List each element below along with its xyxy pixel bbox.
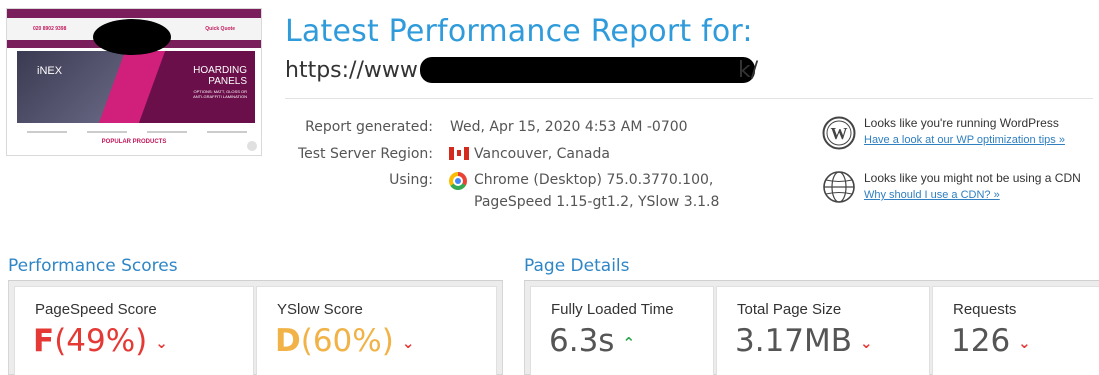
thumb-quote: Quick Quote [205,26,235,32]
requests-card[interactable]: Requests 126 ⌄ [932,286,1099,375]
url-redaction [420,57,755,83]
report-url-suffix: k/ [738,58,759,83]
thumb-hero-banner: iNEX HOARDING PANELS OPTIONS: MATT, GLOS… [17,51,255,123]
yslow-percent: (60%) [300,323,394,359]
header-divider [285,98,1093,99]
pagespeed-score-value: F(49%) ⌄ [33,323,168,359]
cdn-tip-title: Looks like you might not be using a CDN [864,171,1081,185]
report-generated-value: Wed, Apr 15, 2020 4:53 AM -0700 [450,119,688,135]
using-browser: Chrome (Desktop) 75.0.3770.100, [474,172,714,188]
canada-flag-icon [449,147,469,160]
chevron-down-icon: ⌄ [1018,333,1031,352]
region-label: Test Server Region: [297,146,433,162]
globe-icon [823,171,855,203]
requests-value: 126 ⌄ [951,323,1031,359]
yslow-grade: D [275,323,301,359]
using-versions: PageSpeed 1.15-gt1.2, YSlow 3.1.8 [474,194,720,210]
thumb-hero-subtitle: OPTIONS: MATT, GLOSS OR ANTI-GRAFFITI LA… [193,89,247,99]
region-value: Vancouver, Canada [474,146,610,162]
wordpress-tips-link[interactable]: Have a look at our WP optimization tips … [864,134,1065,146]
thumb-phone: 020 8902 9398 [33,26,67,32]
redaction-blob [93,19,171,55]
chrome-icon [449,172,467,190]
total-page-size-card[interactable]: Total Page Size 3.17MB ⌄ [716,286,930,375]
thumb-topbar [7,9,261,18]
wordpress-tip-title: Looks like you're running WordPress [864,116,1059,130]
pagespeed-score-card[interactable]: PageSpeed Score F(49%) ⌄ [14,286,254,375]
yslow-score-label: YSlow Score [277,301,363,318]
fully-loaded-card[interactable]: Fully Loaded Time 6.3s ⌃ [530,286,714,375]
svg-text:W: W [831,124,848,143]
chevron-up-icon: ⌃ [622,333,636,352]
performance-scores-heading: Performance Scores [8,256,178,276]
wordpress-icon: W [822,116,856,150]
thumb-hero-brand: iNEX [37,65,63,77]
recaptcha-icon [247,141,257,151]
page-details-heading: Page Details [524,256,630,276]
fully-loaded-label: Fully Loaded Time [551,301,674,318]
chevron-down-icon: ⌄ [155,333,168,352]
thumb-feature-icons [27,127,247,137]
requests-label: Requests [953,301,1017,318]
chevron-down-icon: ⌄ [401,333,415,352]
thumb-popular-heading: POPULAR PRODUCTS [101,139,167,145]
pagespeed-score-label: PageSpeed Score [35,301,157,318]
thumb-hero-title: HOARDING PANELS [193,65,247,87]
report-title: Latest Performance Report for: [285,14,753,49]
total-page-size-label: Total Page Size [737,301,842,318]
using-label: Using: [389,172,433,188]
site-screenshot-thumbnail[interactable]: 020 8902 9398 Quick Quote iNEX HOARDING … [6,8,262,156]
chevron-down-icon: ⌄ [860,333,873,352]
total-page-size-value: 3.17MB ⌄ [735,323,873,359]
pagespeed-percent: (49%) [54,323,148,359]
fully-loaded-value: 6.3s ⌃ [549,323,636,359]
cdn-tip-link[interactable]: Why should I use a CDN? » [864,189,1000,201]
report-url: https://www [285,58,418,83]
yslow-score-value: D(60%) ⌄ [275,323,414,359]
pagespeed-grade: F [33,323,55,359]
yslow-score-card[interactable]: YSlow Score D(60%) ⌄ [256,286,497,375]
report-generated-label: Report generated: [305,119,433,135]
